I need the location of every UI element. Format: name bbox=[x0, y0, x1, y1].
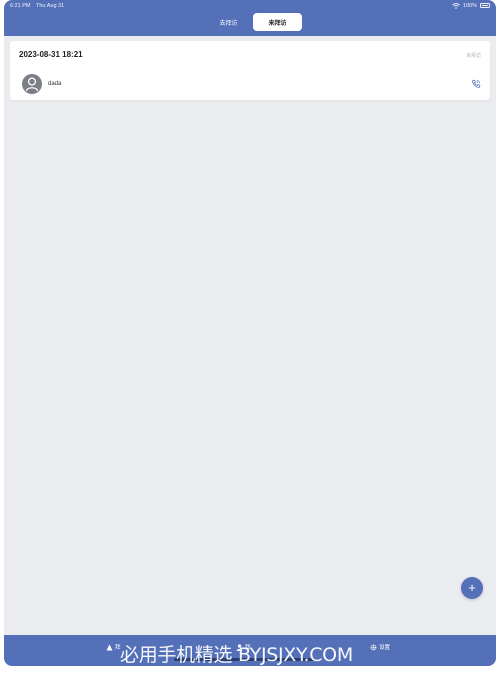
visit-status: 未拜访 bbox=[465, 53, 481, 59]
app-header: 6:21 PM Thu Aug 31 100% 去拜访 来拜访 bbox=[4, 0, 496, 36]
status-left: 6:21 PM Thu Aug 31 bbox=[10, 3, 64, 9]
avatar-icon bbox=[22, 74, 42, 94]
app-frame: 6:21 PM Thu Aug 31 100% 去拜访 来拜访 2023-08-… bbox=[4, 0, 496, 666]
phone-call-icon[interactable] bbox=[471, 79, 481, 89]
visitor-name: dada bbox=[48, 81, 62, 87]
tab-come-visit[interactable]: 来拜访 bbox=[253, 13, 302, 31]
tab-go-visit[interactable]: 去拜访 bbox=[204, 13, 253, 31]
watermark-text: 必用手机精选 BYJSJXY.COM bbox=[120, 644, 353, 666]
status-bar: 6:21 PM Thu Aug 31 100% bbox=[10, 1, 490, 10]
status-time: 6:21 PM bbox=[10, 2, 31, 9]
status-right: 100% bbox=[452, 3, 490, 9]
battery-icon bbox=[480, 3, 490, 8]
wifi-icon bbox=[452, 2, 460, 9]
tabbar-item-1[interactable]: 拜 bbox=[106, 643, 121, 651]
battery-percentage: 100% bbox=[462, 2, 477, 9]
gear-icon bbox=[370, 644, 377, 650]
tabbar-item-settings-label: 设置 bbox=[379, 645, 391, 651]
tabbar-item-settings[interactable]: 设置 bbox=[370, 643, 390, 651]
visit-record-card[interactable]: 2023-08-31 18:21 未拜访 dada bbox=[10, 41, 490, 100]
triangle-icon bbox=[106, 644, 113, 650]
visit-datetime: 2023-08-31 18:21 bbox=[19, 50, 83, 59]
status-date: Thu Aug 31 bbox=[36, 2, 65, 9]
segmented-control: 去拜访 来拜访 bbox=[204, 13, 302, 31]
add-button[interactable]: + bbox=[461, 577, 483, 599]
